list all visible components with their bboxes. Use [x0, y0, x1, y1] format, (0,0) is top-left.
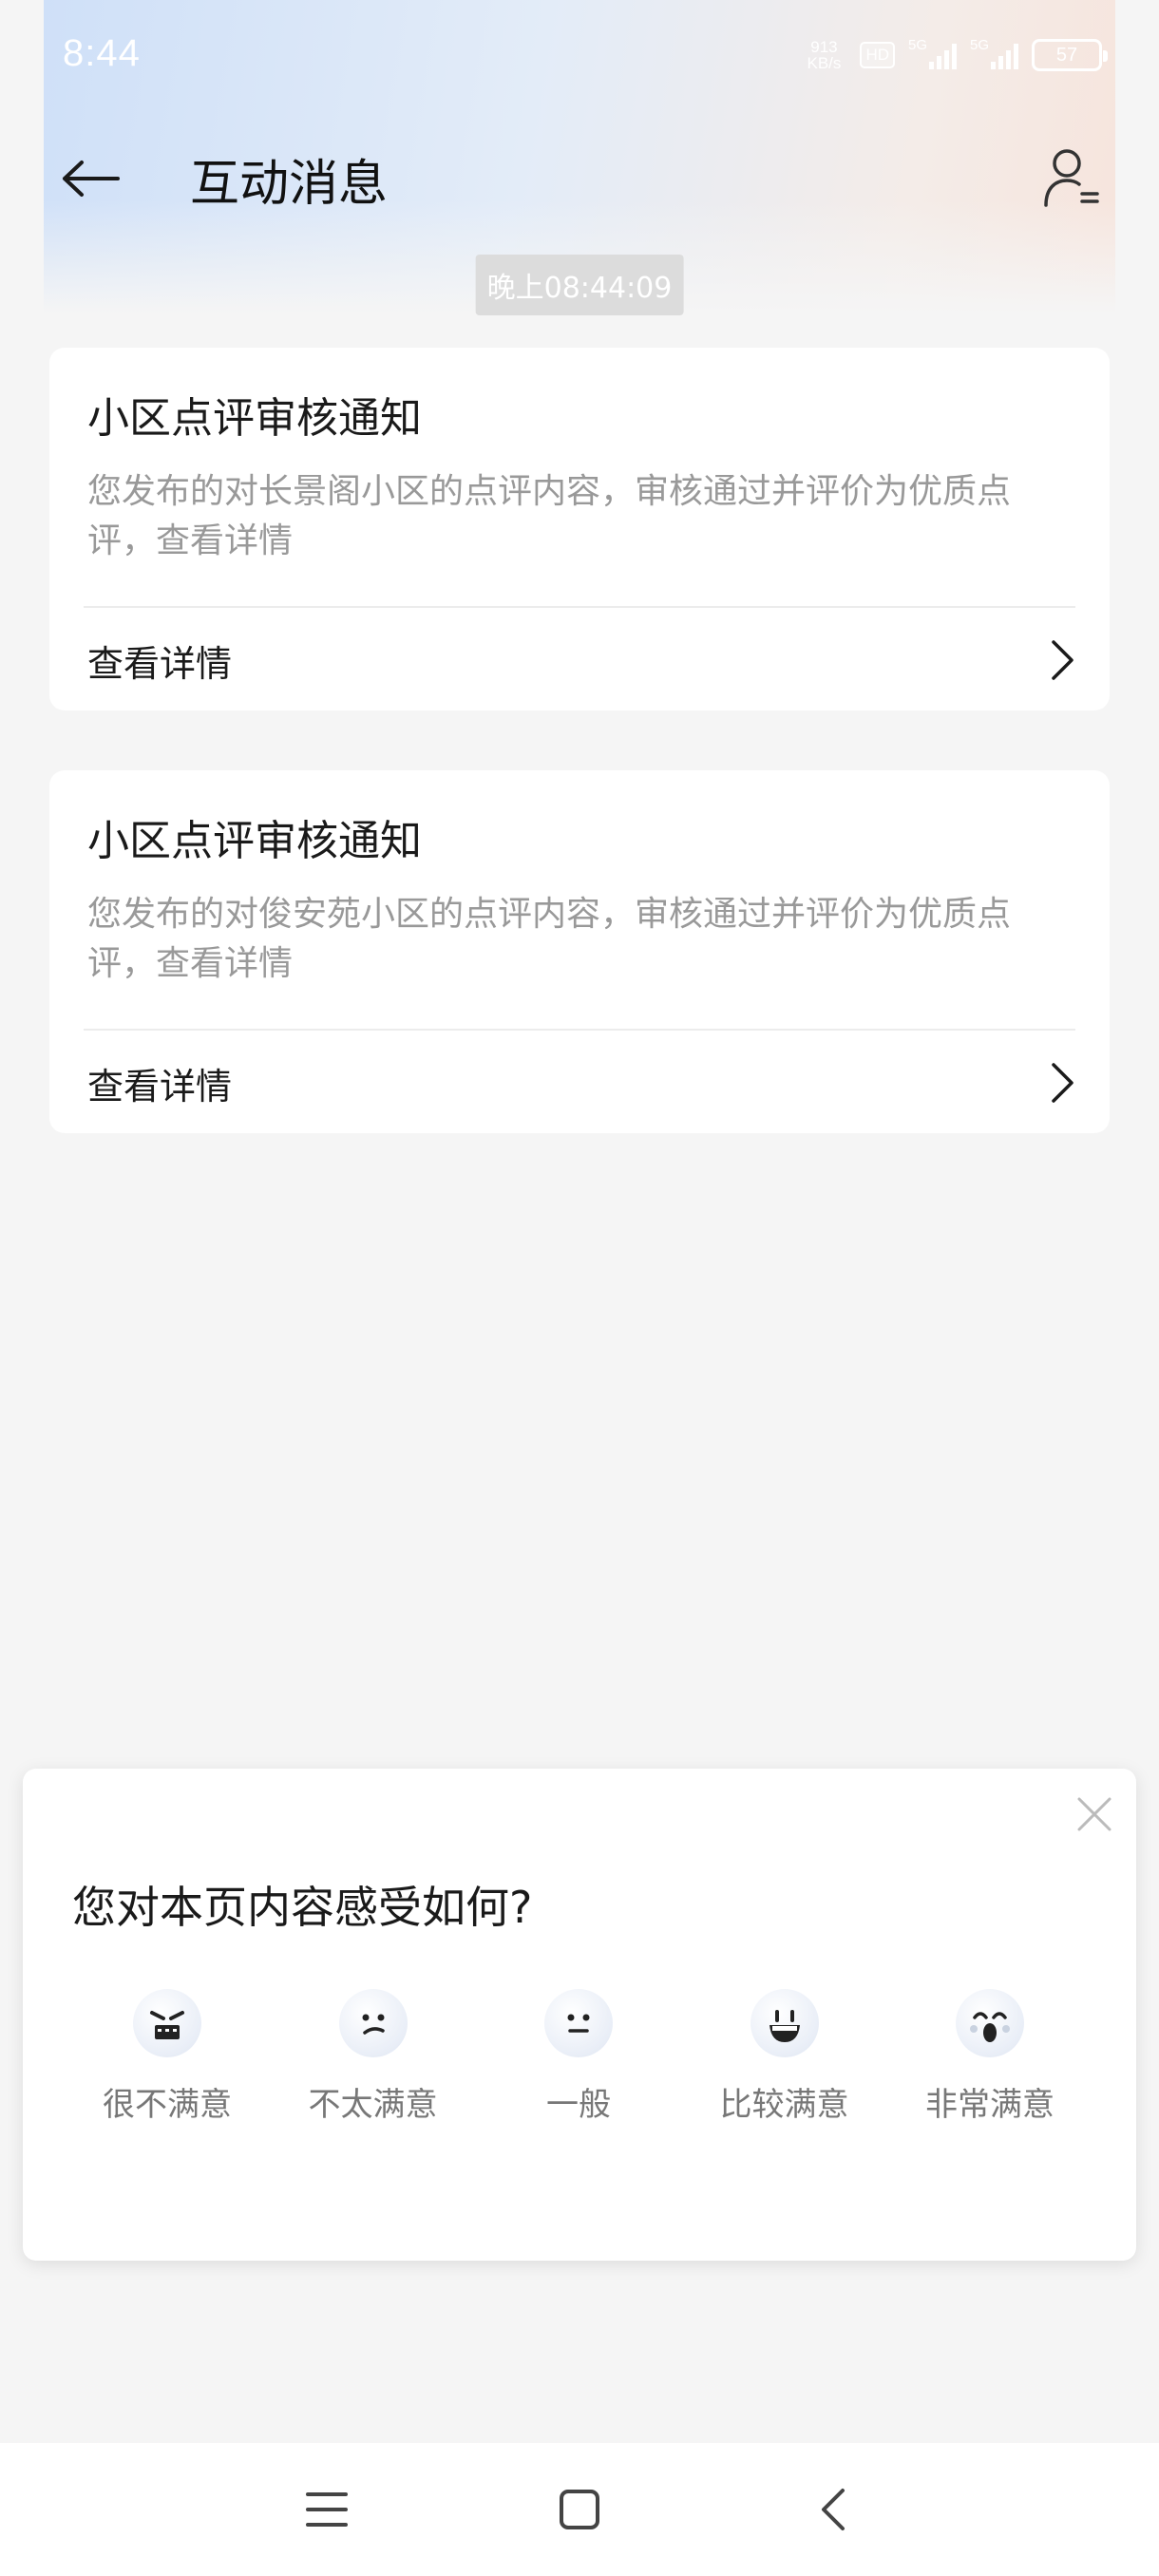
neutral-face-icon [544, 1989, 613, 2057]
divider [84, 1029, 1075, 1031]
back-button[interactable] [57, 145, 124, 212]
view-details-label: 查看详情 [87, 1065, 233, 1108]
rating-very-satisfied[interactable]: 非常满意 [895, 1989, 1085, 2125]
status-bar: 8:44 913 KB/s HD 5G 5G 57 [44, 0, 1115, 114]
back-chevron-icon [822, 2489, 845, 2530]
chevron-right-icon [1052, 1063, 1074, 1103]
view-details-label: 查看详情 [87, 642, 233, 685]
recent-apps-button[interactable] [289, 2472, 365, 2548]
surprised-happy-face-icon [956, 1989, 1024, 2057]
home-button[interactable] [542, 2472, 618, 2548]
rating-very-dissatisfied[interactable]: 很不满意 [72, 1989, 262, 2125]
message-body: 您发布的对长景阁小区的点评内容，审核通过并评价为优质点评，查看详情 [87, 472, 1012, 560]
message-card: 小区点评审核通知 您发布的对长景阁小区的点评内容，审核通过并评价为优质点评，查看… [49, 348, 1110, 710]
rating-satisfied[interactable]: 比较满意 [690, 1989, 880, 2125]
divider [84, 606, 1075, 608]
chevron-right-icon [1052, 640, 1074, 680]
smile-face-icon [750, 1989, 819, 2057]
feedback-question: 您对本页内容感受如何? [72, 1882, 533, 1933]
home-square-icon [560, 2490, 599, 2529]
user-settings-icon [1044, 149, 1099, 207]
rating-label: 一般 [546, 2086, 611, 2124]
rating-options: 很不满意 不太满意 一般 比较满意 非常满意 [72, 1989, 1085, 2125]
rating-dissatisfied[interactable]: 不太满意 [278, 1989, 468, 2125]
message-title: 小区点评审核通知 [87, 817, 422, 865]
close-button[interactable] [1070, 1790, 1119, 1839]
message-title: 小区点评审核通知 [87, 394, 422, 443]
signal-sim2-icon: 5G [970, 37, 1018, 69]
feedback-dialog: 您对本页内容感受如何? 很不满意 不太满意 一般 比较满意 非常满意 [23, 1769, 1136, 2261]
angry-face-icon [133, 1989, 201, 2057]
arrow-left-icon [63, 161, 120, 197]
message-timestamp: 晚上08:44:09 [475, 255, 684, 315]
view-details-link[interactable]: 查看详情 [84, 1034, 1075, 1131]
network-speed: 913 KB/s [807, 38, 842, 72]
signal-sim1-icon: 5G [908, 37, 957, 69]
unhappy-face-icon [338, 1989, 408, 2057]
rating-neutral[interactable]: 一般 [484, 1989, 674, 2125]
battery-icon: 57 [1032, 39, 1108, 71]
close-icon [1077, 1797, 1112, 1831]
message-body: 您发布的对俊安苑小区的点评内容，审核通过并评价为优质点评，查看详情 [87, 895, 1012, 983]
navigation-bar: 互动消息 [44, 128, 1115, 223]
message-card: 小区点评审核通知 您发布的对俊安苑小区的点评内容，审核通过并评价为优质点评，查看… [49, 770, 1110, 1133]
profile-button[interactable] [1034, 140, 1110, 216]
rating-label: 比较满意 [719, 2086, 849, 2124]
rating-label: 非常满意 [925, 2086, 1054, 2124]
rating-label: 很不满意 [103, 2086, 232, 2124]
status-time: 8:44 [63, 32, 141, 74]
view-details-link[interactable]: 查看详情 [84, 612, 1075, 709]
page-title: 互动消息 [190, 156, 389, 213]
system-back-button[interactable] [794, 2472, 870, 2548]
menu-icon [306, 2492, 348, 2527]
status-icons: 913 KB/s HD 5G 5G 57 [801, 34, 1108, 76]
hd-icon: HD [860, 42, 895, 68]
system-navigation-bar [0, 2443, 1159, 2576]
rating-label: 不太满意 [308, 2086, 438, 2124]
